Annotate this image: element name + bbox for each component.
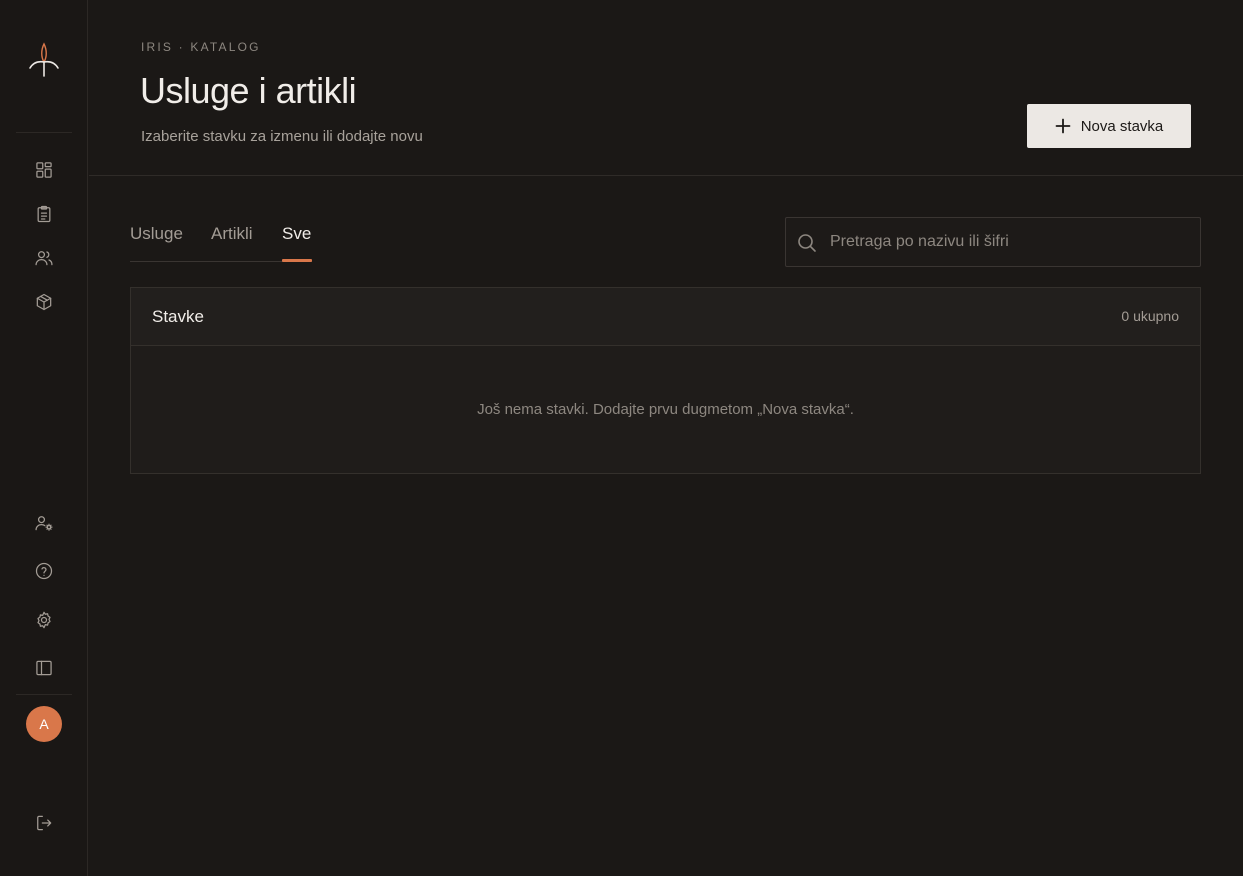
sidebar-item-clients[interactable] [28,242,60,274]
logout-button[interactable] [28,807,60,839]
new-item-button[interactable]: Nova stavka [1027,104,1191,148]
sidebar-item-catalog[interactable] [28,286,60,318]
gear-icon [37,611,51,629]
sidebar-item-orders[interactable] [28,198,60,230]
search-icon [798,234,816,252]
tab-usluge[interactable]: Usluge [130,224,183,256]
user-gear-icon [35,516,53,531]
page-title: Usluge i artikli [140,70,357,111]
sidebar-divider [16,132,72,133]
search-box [785,217,1201,267]
tab-artikli[interactable]: Artikli [211,224,253,256]
active-tab-indicator [282,259,312,262]
empty-state-message: Još nema stavki. Dodajte prvu dugmetom „… [477,401,854,418]
plus-icon [1055,118,1071,134]
search-input[interactable] [828,218,1188,266]
page-header: IRIS · KATALOG Usluge i artikli Izaberit… [89,0,1243,176]
items-card-title: Stavke [152,307,204,326]
sidebar-item-toggle-sidebar[interactable] [28,652,60,684]
avatar[interactable]: A [26,706,62,742]
help-circle-icon [35,562,53,580]
page-subtitle: Izaberite stavku za izmenu ili dodajte n… [141,128,423,145]
breadcrumb: IRIS · KATALOG [141,40,261,54]
grid-icon [36,162,52,178]
users-icon [35,251,53,266]
tab-sve[interactable]: Sve [282,224,311,256]
sidebar: A [0,0,88,876]
items-card-header: Stavke 0 ukupno [131,288,1200,346]
sidebar-divider [16,694,72,695]
sidebar-icon [36,660,52,676]
items-card: Stavke 0 ukupno Još nema stavki. Dodajte… [130,287,1201,474]
clipboard-icon [37,205,51,223]
sidebar-item-user-settings[interactable] [28,507,60,539]
sidebar-item-help[interactable] [28,555,60,587]
sidebar-item-dashboard[interactable] [28,154,60,186]
tab-bar: Usluge Artikli Sve [130,218,312,262]
items-count: 0 ukupno [1121,308,1179,324]
iris-flower-icon[interactable] [28,40,60,80]
new-item-button-label: Nova stavka [1080,117,1164,135]
package-icon [36,293,52,311]
app-root: A IRIS · KATALOG Usluge i artikli Izaber… [0,0,1243,876]
sidebar-item-settings[interactable] [28,604,60,636]
logout-icon [37,815,52,831]
